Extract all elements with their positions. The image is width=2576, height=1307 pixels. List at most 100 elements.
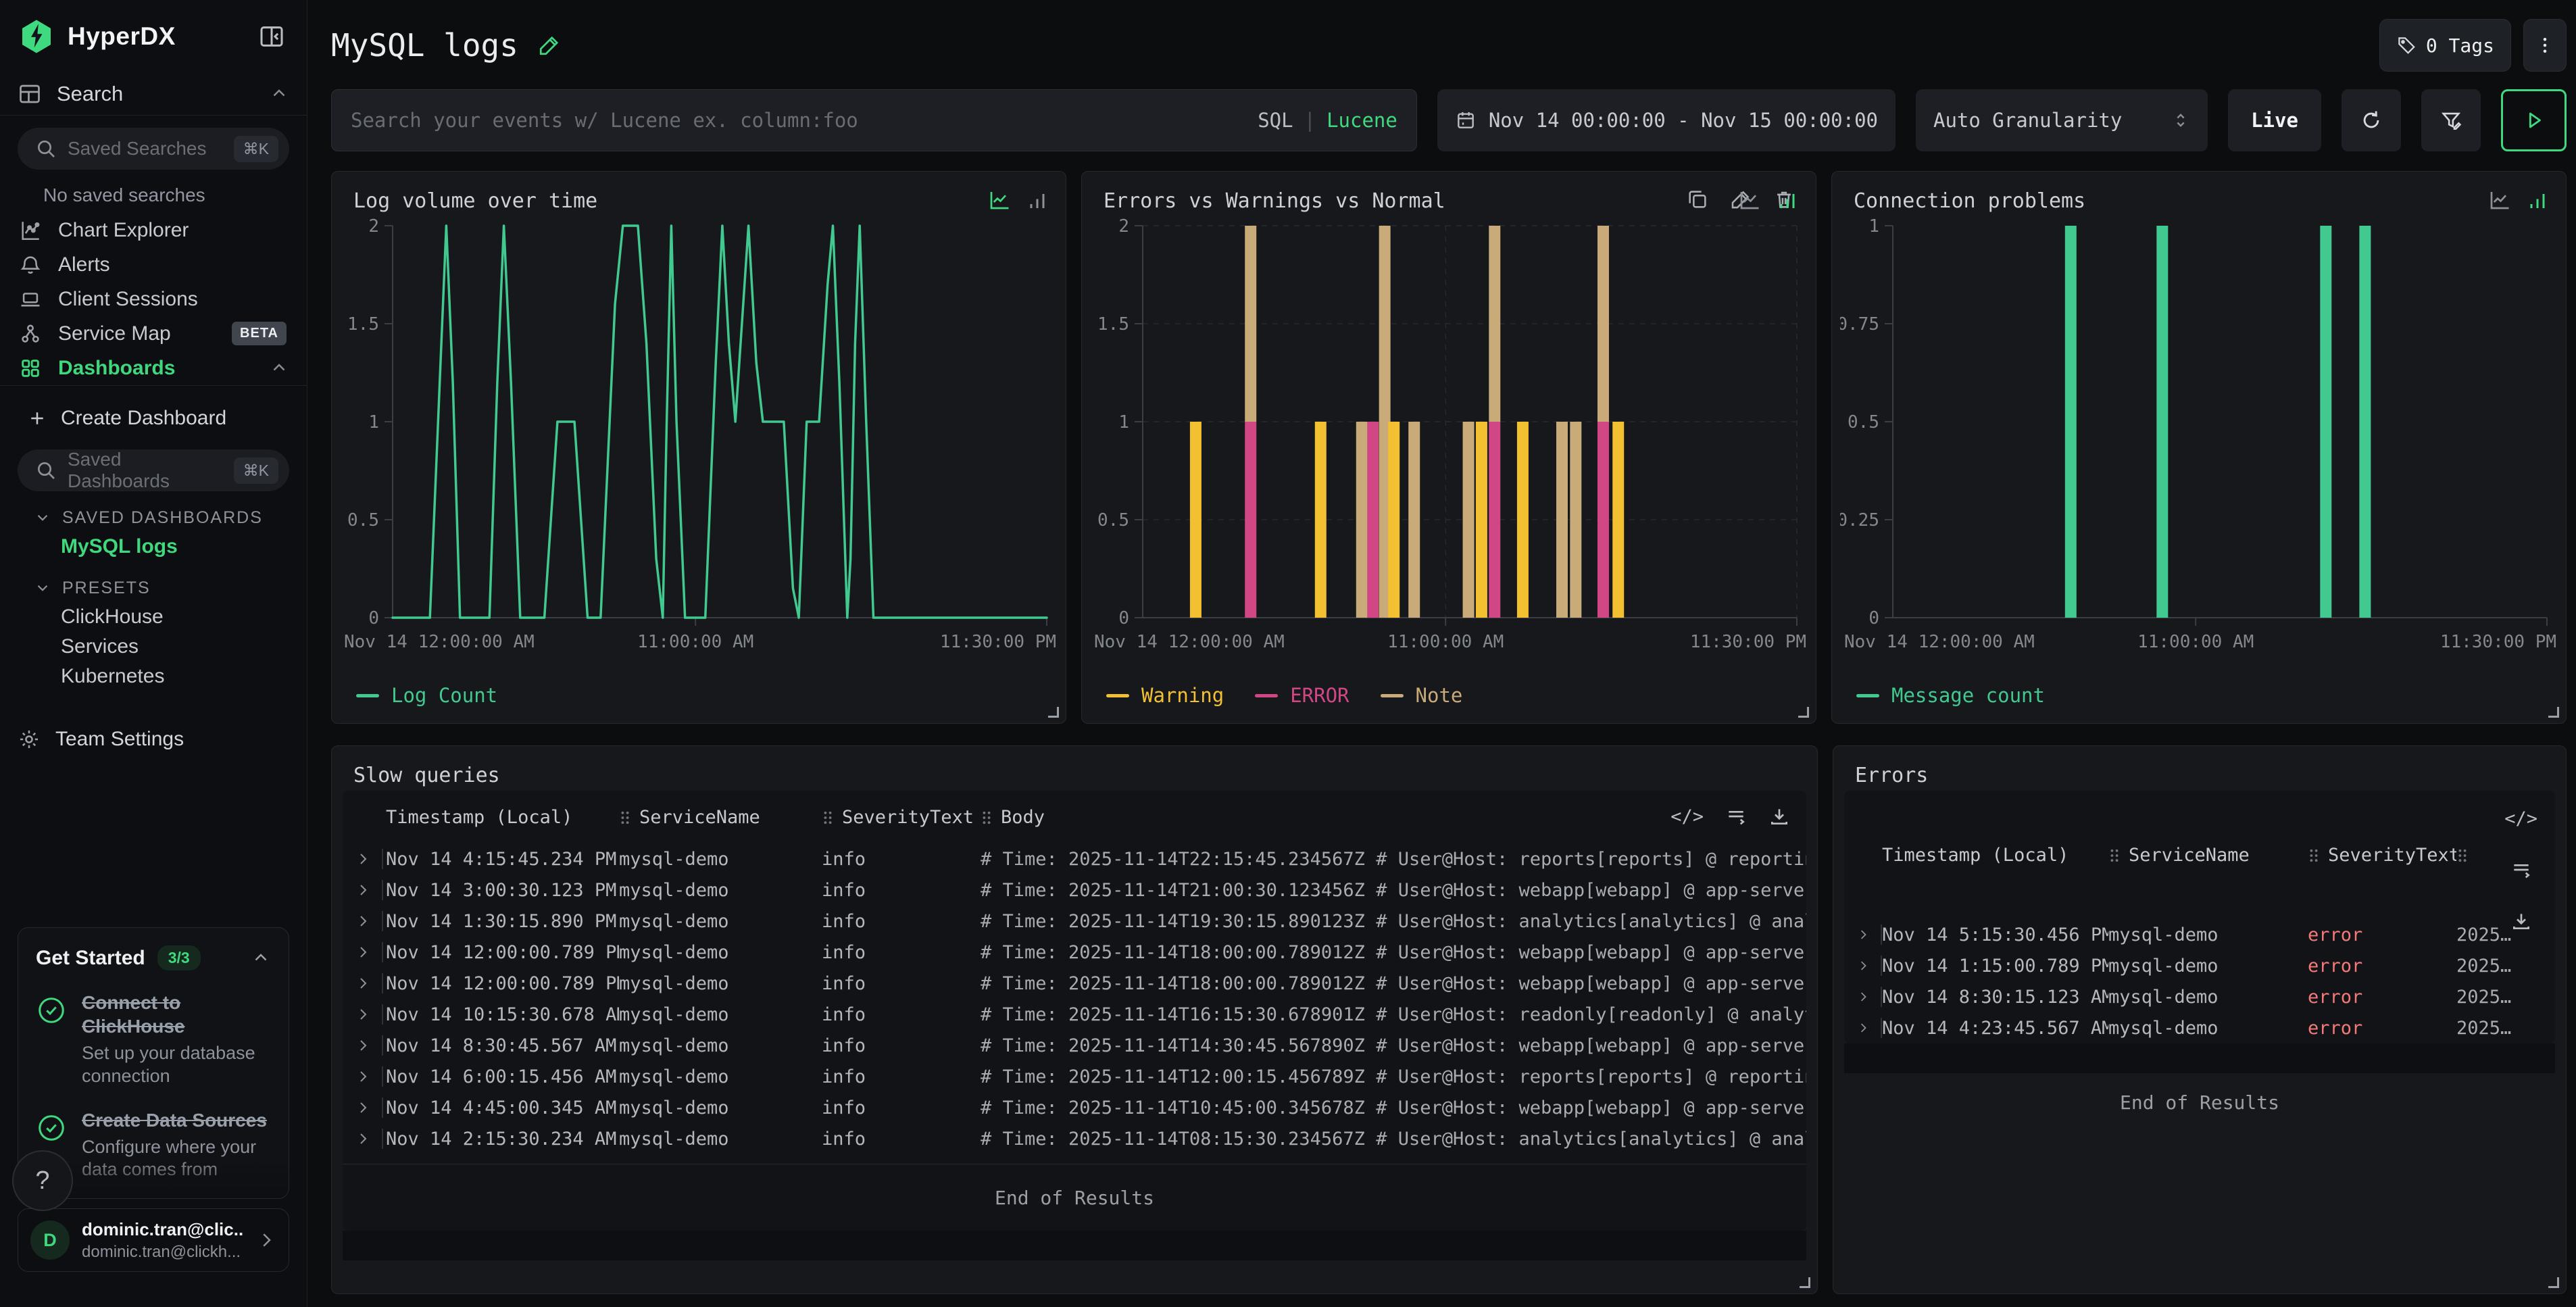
expand-row-icon[interactable] <box>343 942 386 962</box>
sidebar-item-chart-explorer[interactable]: Chart Explorer <box>18 213 289 247</box>
legend-item[interactable]: Message count <box>1856 684 2045 707</box>
expand-row-icon[interactable] <box>343 849 386 869</box>
expand-row-icon[interactable] <box>343 1004 386 1025</box>
expand-row-icon[interactable] <box>1844 987 1882 1007</box>
sidebar-collapse-icon[interactable] <box>254 19 289 54</box>
column-header[interactable]: ServiceName <box>2108 845 2308 866</box>
expand-row-icon[interactable] <box>1844 924 1882 945</box>
duplicate-panel-icon[interactable] <box>1686 188 1709 211</box>
expand-row-icon[interactable] <box>343 911 386 931</box>
sidebar-item-kubernetes[interactable]: Kubernetes <box>18 662 289 691</box>
date-range-picker[interactable]: Nov 14 00:00:00 - Nov 15 00:00:00 <box>1437 89 1896 151</box>
legend-item[interactable]: Log Count <box>356 684 497 707</box>
drag-handle-icon[interactable] <box>2308 847 2320 864</box>
code-view-icon[interactable]: </> <box>1670 806 1704 827</box>
run-query-button[interactable] <box>2501 89 2567 151</box>
column-header[interactable]: Timestamp (Local) <box>1882 845 2108 866</box>
help-button[interactable]: ? <box>12 1150 73 1211</box>
timestamp-cell: Nov 14 4:15:45.234 PM <box>386 849 619 870</box>
tags-button[interactable]: 0 Tags <box>2379 19 2511 72</box>
granularity-select[interactable]: Auto Granularity <box>1916 89 2208 151</box>
table-row[interactable]: Nov 14 8:30:45.567 AMmysql-demoinfo# Tim… <box>343 1030 1806 1061</box>
line-chart-toggle-icon[interactable] <box>987 188 1012 212</box>
filter-button[interactable] <box>2421 89 2481 151</box>
bar-chart-toggle-icon[interactable] <box>1025 188 1049 212</box>
errors-warnings-chart[interactable]: 00.511.52Nov 14 12:00:00 AM11:00:00 AM11… <box>1090 215 1808 657</box>
svg-text:0.5: 0.5 <box>1097 510 1129 531</box>
table-row[interactable]: Nov 14 10:15:30.678 AMmysql-demoinfo# Ti… <box>343 999 1806 1030</box>
download-icon[interactable] <box>2510 910 2532 932</box>
drag-handle-icon[interactable] <box>619 810 631 826</box>
sidebar-item-dashboards[interactable]: Dashboards <box>18 351 289 385</box>
column-header[interactable]: SeverityText <box>2308 845 2456 866</box>
body-cell: # Time: 2025-11-14T21:00:30.123456Z # Us… <box>981 880 1806 901</box>
create-dashboard-button[interactable]: Create Dashboard <box>18 399 289 437</box>
drag-handle-icon[interactable] <box>981 810 993 826</box>
refresh-button[interactable] <box>2342 89 2401 151</box>
table-row[interactable]: Nov 14 12:00:00.789 PMmysql-demoinfo# Ti… <box>343 937 1806 968</box>
expand-row-icon[interactable] <box>343 973 386 993</box>
log-volume-chart[interactable]: 00.511.52Nov 14 12:00:00 AM11:00:00 AM11… <box>340 215 1058 657</box>
expand-row-icon[interactable] <box>343 1129 386 1149</box>
table-row[interactable]: Nov 14 12:00:00.789 PMmysql-demoinfo# Ti… <box>343 968 1806 999</box>
drag-handle-icon[interactable] <box>822 810 834 826</box>
download-icon[interactable] <box>1768 806 1790 827</box>
get-started-item-connect[interactable]: Connect to ClickHouse Set up your databa… <box>36 991 271 1088</box>
sidebar-item-service-map[interactable]: Service Map BETA <box>18 316 289 351</box>
chevron-up-icon[interactable] <box>269 358 289 378</box>
table-row[interactable]: Nov 14 1:30:15.890 PMmysql-demoinfo# Tim… <box>343 906 1806 937</box>
live-button[interactable]: Live <box>2228 89 2321 151</box>
legend-item[interactable]: Note <box>1381 684 1463 707</box>
code-view-icon[interactable]: </> <box>2504 808 2537 829</box>
table-row[interactable]: Nov 14 2:15:30.234 AMmysql-demoinfo# Tim… <box>343 1123 1806 1154</box>
table-row[interactable]: Nov 14 3:00:30.123 PMmysql-demoinfo# Tim… <box>343 874 1806 906</box>
sidebar-item-team-settings[interactable]: Team Settings <box>18 720 289 759</box>
sidebar-item-services[interactable]: Services <box>18 632 289 662</box>
dashboard-menu-button[interactable] <box>2523 19 2567 72</box>
saved-dashboards-section[interactable]: SAVED DASHBOARDS <box>18 503 289 532</box>
line-chart-toggle-icon[interactable] <box>1737 188 1762 212</box>
lucene-mode-toggle[interactable]: Lucene <box>1327 109 1397 132</box>
column-header[interactable]: Timestamp (Local) <box>386 807 619 828</box>
column-header[interactable]: ServiceName <box>619 807 822 828</box>
drag-handle-icon[interactable] <box>2456 847 2469 864</box>
table-row[interactable]: Nov 14 4:15:45.234 PMmysql-demoinfo# Tim… <box>343 843 1806 874</box>
table-row[interactable]: Nov 14 8:30:15.123 AMmysql-demoerror2025… <box>1844 981 2555 1012</box>
wrap-lines-icon[interactable] <box>2510 859 2532 881</box>
sidebar-item-search[interactable]: Search <box>18 73 289 115</box>
table-row[interactable]: Nov 14 1:15:00.789 PMmysql-demoerror2025… <box>1844 950 2555 981</box>
legend-item[interactable]: Warning <box>1106 684 1224 707</box>
sql-mode-toggle[interactable]: SQL <box>1258 109 1293 132</box>
chevron-up-icon[interactable] <box>269 84 289 104</box>
sidebar-item-mysql-logs[interactable]: MySQL logs <box>18 532 289 562</box>
connection-problems-chart[interactable]: 00.250.50.751Nov 14 12:00:00 AM11:00:00 … <box>1840 215 2558 657</box>
presets-section[interactable]: PRESETS <box>18 574 289 602</box>
drag-handle-icon[interactable] <box>2108 847 2121 864</box>
expand-row-icon[interactable] <box>1844 956 1882 976</box>
edit-title-icon[interactable] <box>537 33 562 57</box>
legend-item[interactable]: ERROR <box>1255 684 1349 707</box>
table-row[interactable]: Nov 14 6:00:15.456 AMmysql-demoinfo# Tim… <box>343 1061 1806 1092</box>
chevron-up-icon[interactable] <box>251 948 271 968</box>
wrap-lines-icon[interactable] <box>1725 806 1747 827</box>
column-header[interactable]: SeverityText <box>822 807 981 828</box>
table-row[interactable]: Nov 14 4:23:45.567 AMmysql-demoerror2025… <box>1844 1012 2555 1043</box>
table-row[interactable]: Nov 14 4:45:00.345 AMmysql-demoinfo# Tim… <box>343 1092 1806 1123</box>
expand-row-icon[interactable] <box>343 1066 386 1087</box>
sidebar-item-alerts[interactable]: Alerts <box>18 247 289 282</box>
user-menu[interactable]: D dominic.tran@clic... dominic.tran@clic… <box>18 1208 289 1272</box>
expand-row-icon[interactable] <box>343 1098 386 1118</box>
expand-row-icon[interactable] <box>343 1035 386 1056</box>
sidebar-item-client-sessions[interactable]: Client Sessions <box>18 282 289 316</box>
line-chart-toggle-icon[interactable] <box>2487 188 2512 212</box>
sidebar-item-clickhouse[interactable]: ClickHouse <box>18 602 289 632</box>
expand-row-icon[interactable] <box>343 880 386 900</box>
saved-dashboards-input[interactable]: Saved Dashboards ⌘K <box>18 449 289 491</box>
chart-panel-connection-problems: Connection problems 00.250.50.751Nov 14 … <box>1831 171 2567 724</box>
saved-searches-input[interactable]: Saved Searches ⌘K <box>18 128 289 170</box>
expand-row-icon[interactable] <box>1844 1018 1882 1038</box>
bar-chart-toggle-icon[interactable] <box>2525 188 2550 212</box>
bar-chart-toggle-icon[interactable] <box>1775 188 1800 212</box>
table-row[interactable]: Nov 14 5:15:30.456 PMmysql-demoerror2025… <box>1844 919 2555 950</box>
event-search-input[interactable]: Search your events w/ Lucene ex. column:… <box>331 89 1417 151</box>
